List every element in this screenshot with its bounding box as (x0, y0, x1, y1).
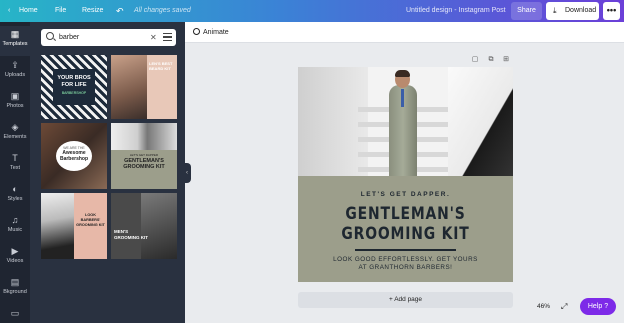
rail-label: Bkground (3, 289, 27, 295)
template-thumb-1[interactable]: YOUR BROS FOR LIFE BARBERSHOP (41, 55, 107, 119)
template-text: Awesome Barbershop (59, 150, 89, 162)
undo-icon[interactable]: ↶ (116, 0, 124, 22)
rail-label: Music (7, 227, 23, 233)
rail-label: Uploads (4, 72, 26, 78)
rail-label: Elements (3, 134, 27, 140)
rail-label: Photos (6, 103, 24, 109)
template-badge: WE ARE THE Awesome Barbershop (56, 141, 92, 171)
resize-button[interactable]: Resize (82, 0, 103, 22)
rail-item-text[interactable]: T Text (0, 150, 30, 180)
design-subtitle[interactable]: LOOK GOOD EFFORTLESSLY. GET YOURS AT GRA… (298, 256, 513, 272)
animate-button[interactable]: Animate (193, 22, 229, 43)
top-bar: ‹ Home File Resize ↶ All changes saved U… (0, 0, 624, 22)
design-canvas[interactable]: LET'S GET DAPPER. GENTLEMAN'S GROOMING K… (298, 67, 513, 282)
template-photo (111, 55, 147, 119)
music-icon: ♫ (11, 215, 19, 225)
template-thumb-6[interactable]: MEN'S GROOMING KIT (111, 193, 177, 259)
design-title[interactable]: Untitled design - Instagram Post (406, 0, 506, 22)
zoom-level[interactable]: 46% (537, 303, 550, 310)
template-text: YOUR BROS FOR LIFE (57, 75, 91, 88)
design-divider (355, 249, 456, 251)
template-search[interactable]: barber ✕ (41, 29, 176, 46)
templates-icon: ▦ (10, 29, 20, 39)
design-title-text[interactable]: GENTLEMAN'S GROOMING KIT (317, 204, 493, 244)
rail-item-folder[interactable]: ▭ (0, 305, 30, 323)
photo-hair (395, 70, 410, 77)
animate-icon (193, 28, 200, 35)
rail-item-music[interactable]: ♫ Music (0, 212, 30, 242)
home-button[interactable]: Home (19, 0, 38, 22)
rail-label: Templates (2, 41, 28, 47)
styles-icon: ◐ (12, 184, 18, 194)
design-title-line: GROOMING KIT (341, 224, 470, 244)
design-photo[interactable] (298, 67, 513, 176)
videos-icon: ▶ (11, 246, 19, 256)
photos-icon: ▣ (10, 91, 20, 101)
template-photo (141, 193, 177, 259)
rail-item-elements[interactable]: ◈ Elements (0, 119, 30, 149)
template-thumb-4[interactable]: LET'S GET DAPPER GENTLEMAN'S GROOMING KI… (111, 123, 177, 189)
rail-item-photos[interactable]: ▣ Photos (0, 88, 30, 118)
collapse-panel-handle[interactable]: ‹ (183, 163, 191, 183)
rail-label: Styles (7, 196, 23, 202)
rail-label: Text (9, 165, 21, 171)
template-text: LET'S GET DAPPER (129, 153, 159, 157)
template-text: LOOK BARBERS' GROOMING KIT (76, 213, 105, 227)
template-thumb-5[interactable]: LOOK BARBERS' GROOMING KIT (41, 193, 107, 259)
download-label: Download (565, 7, 597, 14)
background-icon: ▤ (10, 277, 20, 287)
rail-item-videos[interactable]: ▶ Videos (0, 243, 30, 273)
filter-icon[interactable] (163, 33, 172, 42)
side-rail: ▦ Templates ⇪ Uploads ▣ Photos ◈ Element… (0, 22, 30, 323)
file-menu[interactable]: File (55, 0, 66, 22)
search-icon (46, 32, 54, 40)
add-page-button[interactable]: + Add page (298, 292, 513, 308)
template-text: BARBERSHOP (61, 91, 87, 95)
uploads-icon: ⇪ (11, 60, 19, 70)
rail-label: Videos (6, 258, 24, 264)
design-subtitle-line: AT GRANTHORN BARBERS! (358, 264, 453, 271)
template-photo (41, 193, 74, 259)
rail-item-background[interactable]: ▤ Bkground (0, 274, 30, 304)
share-button[interactable]: Share (511, 2, 542, 20)
template-text: LEN'S BEST BEARD KIT (149, 61, 173, 71)
template-thumb-3[interactable]: WE ARE THE Awesome Barbershop (41, 123, 107, 189)
help-button[interactable]: Help ? (580, 298, 616, 315)
editor-toolbar (185, 22, 624, 43)
search-input[interactable]: barber (59, 29, 79, 46)
clear-search-icon[interactable]: ✕ (150, 29, 157, 46)
folder-icon: ▭ (10, 308, 20, 318)
fullscreen-icon[interactable]: ⤢ (561, 302, 567, 312)
download-button[interactable]: ⤓ Download (546, 2, 599, 20)
more-options-button[interactable]: ••• (603, 2, 620, 20)
add-page-icon[interactable]: ⊞ (502, 56, 510, 64)
photo-tie (401, 89, 404, 107)
template-thumb-inner: YOUR BROS FOR LIFE BARBERSHOP (53, 69, 95, 105)
download-icon: ⤓ (553, 6, 557, 15)
photo-wall (448, 67, 513, 176)
design-text-box: LET'S GET DAPPER. GENTLEMAN'S GROOMING K… (298, 176, 513, 282)
rail-item-templates[interactable]: ▦ Templates (0, 26, 30, 56)
design-title-line: GENTLEMAN'S (345, 204, 466, 224)
template-photo (111, 123, 177, 150)
design-kicker[interactable]: LET'S GET DAPPER. (298, 191, 513, 198)
elements-icon: ◈ (11, 122, 19, 132)
design-subtitle-line: LOOK GOOD EFFORTLESSLY. GET YOURS (333, 256, 478, 263)
rail-item-styles[interactable]: ◐ Styles (0, 181, 30, 211)
save-status: All changes saved (134, 7, 191, 14)
template-text: MEN'S GROOMING KIT (114, 229, 148, 240)
back-icon[interactable]: ‹ (8, 0, 10, 22)
duplicate-page-icon[interactable]: ⧉ (487, 56, 495, 64)
animate-label: Animate (203, 29, 229, 36)
rail-item-uploads[interactable]: ⇪ Uploads (0, 57, 30, 87)
template-text: GENTLEMAN'S GROOMING KIT (123, 158, 165, 170)
notes-icon[interactable]: ▢ (471, 56, 479, 64)
template-thumb-2[interactable]: LEN'S BEST BEARD KIT (111, 55, 177, 119)
text-icon: T (12, 153, 18, 163)
